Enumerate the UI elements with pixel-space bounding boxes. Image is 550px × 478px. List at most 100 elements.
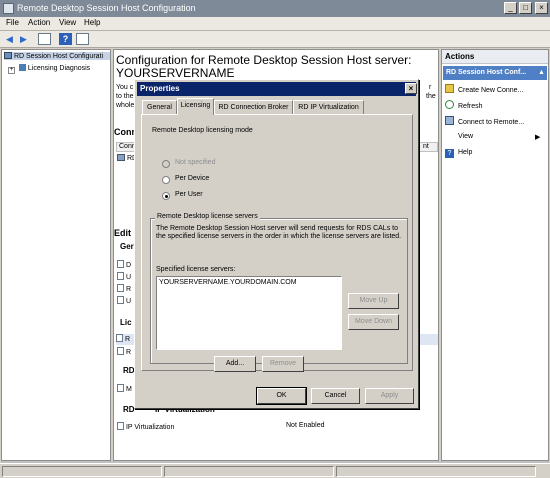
actions-pane: Actions RD Session Host Conf... ▲ Create… [441, 49, 549, 461]
settings-icon [117, 347, 124, 355]
connections-column-right: nt [423, 143, 429, 150]
new-connection-icon [445, 84, 454, 93]
action-create-new-connection[interactable]: Create New Conne... [445, 84, 523, 96]
move-down-button[interactable]: Move Down [348, 314, 399, 330]
rd-row-1[interactable]: M [117, 384, 132, 393]
description-right-2: the [426, 93, 436, 100]
expand-icon[interactable]: + [8, 67, 15, 74]
general-row-3[interactable]: R [117, 284, 131, 293]
add-button[interactable]: Add... [214, 356, 256, 372]
minimize-button[interactable]: _ [504, 2, 517, 14]
menu-bar: File Action View Help [0, 17, 550, 31]
radio-per-user-label: Per User [175, 191, 203, 198]
action-label: Help [458, 149, 473, 156]
window-title-bar[interactable]: Remote Desktop Session Host Configuratio… [0, 0, 550, 17]
show-hide-action-pane-icon[interactable] [76, 33, 89, 45]
menu-action[interactable]: Action [28, 18, 50, 27]
actions-section-header[interactable]: RD Session Host Conf... ▲ [443, 66, 547, 80]
tree-item-root[interactable]: RD Session Host Configurati [4, 52, 110, 60]
dialog-title: Properties [140, 84, 180, 93]
licensing-tab-panel: Remote Desktop licensing mode Not specif… [141, 114, 413, 372]
license-servers-group-label: Remote Desktop license servers [155, 213, 260, 220]
licensing-row-2[interactable]: R [117, 347, 131, 356]
move-up-button[interactable]: Move Up [348, 293, 399, 309]
row-label: R [124, 336, 131, 343]
tab-rd-ip-virtualization[interactable]: RD IP Virtualization [293, 100, 364, 114]
settings-icon [117, 422, 124, 430]
row-label: D [125, 262, 132, 269]
action-label: Refresh [458, 103, 483, 110]
status-cell-2 [164, 466, 334, 477]
menu-view[interactable]: View [59, 18, 76, 27]
actions-section-label: RD Session Host Conf... [446, 69, 527, 76]
ip-virtualization-row-label: IP Virtualization [125, 424, 175, 431]
dialog-title-bar[interactable]: Properties × [137, 82, 417, 96]
connection-icon [117, 154, 125, 161]
action-connect-to-remote[interactable]: Connect to Remote... [445, 116, 524, 128]
row-label: R [125, 286, 132, 293]
specified-servers-label: Specified license servers: [156, 266, 236, 273]
general-row-2[interactable]: U [117, 272, 131, 281]
cancel-button[interactable]: Cancel [311, 388, 360, 404]
status-cell-3 [336, 466, 536, 477]
status-bar [0, 463, 550, 478]
radio-per-device-label: Per Device [175, 175, 210, 182]
row-label: R [125, 349, 132, 356]
action-label: View [458, 133, 474, 140]
ip-virtualization-row-value: Not Enabled [286, 422, 325, 429]
back-arrow-icon[interactable]: ◀ [3, 33, 16, 45]
description-right-1: r [429, 84, 432, 91]
action-help[interactable]: ? Help [445, 149, 472, 161]
diagnosis-icon [18, 64, 26, 71]
actions-header: Actions [442, 50, 548, 64]
ip-virtualization-row[interactable]: IP Virtualization Not Enabled [117, 422, 438, 431]
dialog-close-button[interactable]: × [405, 83, 417, 94]
help-icon: ? [445, 149, 454, 158]
action-label: Create New Conne... [458, 87, 524, 94]
rd-ip-heading: RD [123, 405, 135, 414]
menu-help[interactable]: Help [84, 18, 100, 27]
menu-file[interactable]: File [6, 18, 19, 27]
tab-rd-connection-broker[interactable]: RD Connection Broker [214, 100, 293, 114]
collapse-arrow-icon[interactable]: ▲ [538, 66, 545, 80]
row-label: M [125, 386, 132, 393]
settings-icon [117, 296, 124, 304]
show-hide-tree-icon[interactable] [38, 33, 51, 45]
settings-icon [117, 260, 124, 268]
radio-per-user-control[interactable] [162, 192, 170, 200]
help-icon[interactable]: ? [59, 33, 72, 45]
server-name: YOURSERVERNAME [116, 66, 235, 80]
description-text-2: to the [116, 93, 134, 100]
maximize-button[interactable]: □ [519, 2, 532, 14]
connect-icon [445, 116, 454, 125]
tab-licensing[interactable]: Licensing [177, 98, 214, 115]
settings-icon [117, 272, 124, 280]
forward-arrow-icon[interactable]: ▶ [17, 33, 30, 45]
radio-not-specified-control[interactable] [162, 160, 170, 168]
licensing-heading: Lic [120, 318, 132, 327]
tab-general[interactable]: General [142, 100, 177, 114]
refresh-icon [445, 100, 454, 109]
console-tree: RD Session Host Configurati + Licensing … [1, 49, 111, 461]
license-servers-list[interactable]: YOURSERVERNAME.YOURDOMAIN.COM [156, 276, 342, 350]
action-view[interactable]: View ▶ [458, 133, 540, 145]
settings-icon [117, 284, 124, 292]
close-button[interactable]: × [535, 2, 548, 14]
action-refresh[interactable]: Refresh [445, 100, 483, 112]
rd-heading: RD [123, 366, 135, 375]
radio-per-device-control[interactable] [162, 176, 170, 184]
row-label: U [125, 274, 132, 281]
license-server-entry[interactable]: YOURSERVERNAME.YOURDOMAIN.COM [159, 279, 297, 286]
radio-not-specified-label: Not specified [175, 159, 216, 166]
general-row-1[interactable]: D [117, 260, 131, 269]
window-title: Remote Desktop Session Host Configuratio… [17, 3, 196, 13]
licensing-mode-label: Remote Desktop licensing mode [152, 127, 253, 134]
general-row-4[interactable]: U [117, 296, 131, 305]
app-icon [3, 3, 14, 14]
apply-button[interactable]: Apply [365, 388, 414, 404]
remove-button[interactable]: Remove [262, 356, 304, 372]
tree-item-root-label: RD Session Host Configurati [13, 53, 104, 60]
ok-button[interactable]: OK [256, 387, 307, 405]
page-title: Configuration for Remote Desktop Session… [116, 53, 412, 67]
tree-item-licensing-diagnosis[interactable]: + Licensing Diagnosis [8, 64, 90, 74]
